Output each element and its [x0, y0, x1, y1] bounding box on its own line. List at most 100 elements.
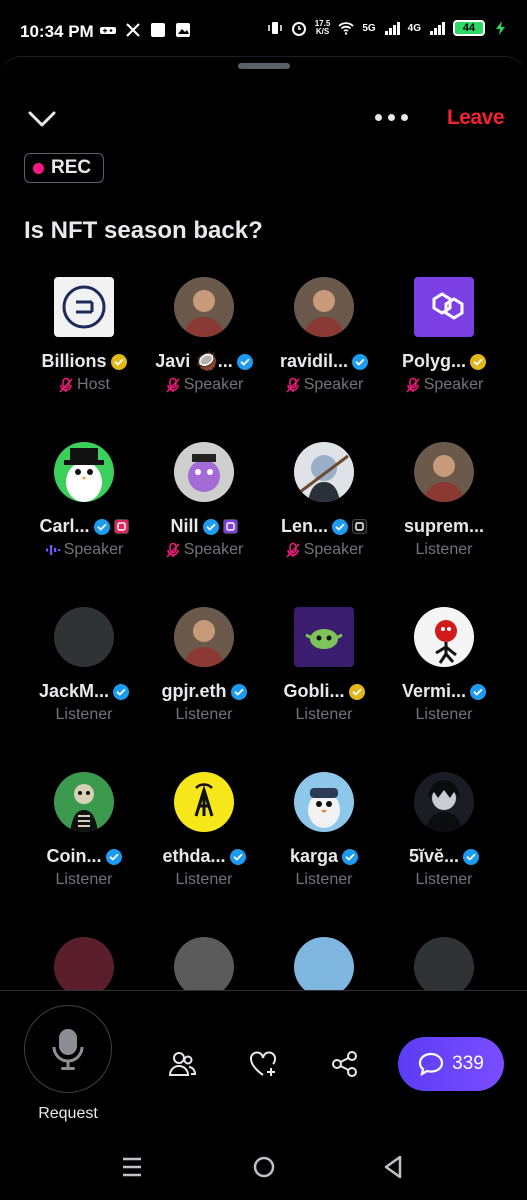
participant-name: 5ĭvĕ... — [408, 846, 460, 866]
participant-role: Speaker — [303, 541, 364, 558]
participant-card[interactable]: 5ĭvĕ... Listener — [384, 772, 504, 897]
participant-name: Carl... — [39, 516, 90, 536]
participant-role: Speaker — [183, 541, 244, 558]
participant-card[interactable]: Gobli... Listener — [264, 607, 384, 732]
participant-role: Speaker — [63, 541, 124, 558]
verified-badge-icon — [110, 353, 127, 370]
participant-card[interactable]: ethda... Listener — [144, 772, 264, 897]
signal-5g-label: 5G — [362, 22, 376, 34]
participant-card[interactable]: Coin... Listener — [24, 772, 144, 897]
participant-name: Javi 🥥... — [155, 351, 233, 371]
avatar[interactable] — [294, 937, 354, 997]
home-icon[interactable] — [250, 1153, 278, 1181]
participant-role: Listener — [175, 706, 233, 723]
space-title: Is NFT season back? — [24, 217, 263, 244]
avatar[interactable] — [414, 277, 474, 337]
avatar[interactable] — [174, 277, 234, 337]
avatar[interactable] — [294, 772, 354, 832]
recent-apps-icon[interactable] — [118, 1153, 146, 1181]
affiliate-badge-icon — [222, 519, 238, 534]
avatar[interactable] — [294, 607, 354, 667]
sheet-grabber[interactable] — [238, 63, 290, 69]
speaking-icon — [45, 542, 61, 558]
share-icon[interactable] — [330, 1049, 360, 1079]
avatar[interactable] — [54, 937, 114, 997]
participant-name: gpjr.eth — [161, 681, 227, 701]
verified-badge-icon — [229, 848, 246, 865]
participant-card[interactable]: ravidil... Speaker — [264, 277, 384, 402]
affiliate-badge-icon — [352, 519, 367, 534]
participant-name-row: karga — [264, 846, 384, 867]
participant-name: Nill — [170, 516, 199, 536]
dot-icon — [375, 113, 382, 121]
alarm-icon — [291, 22, 306, 36]
avatar[interactable] — [174, 442, 234, 502]
participant-role: Listener — [415, 871, 473, 888]
verified-badge-icon — [93, 518, 110, 535]
participant-role-row: Speaker — [144, 376, 264, 394]
participant-card[interactable]: Nill Speaker — [144, 442, 264, 567]
participant-name-row: Gobli... — [264, 681, 384, 702]
comments-button[interactable]: 339 — [398, 1037, 504, 1091]
net-speed-unit: K/S — [315, 27, 330, 36]
participant-role: Host — [77, 376, 110, 393]
participant-card[interactable]: Vermi... Listener — [384, 607, 504, 732]
bottom-bar: Request 339 — [0, 990, 527, 1200]
avatar[interactable] — [414, 607, 474, 667]
rec-label: REC — [51, 157, 92, 178]
avatar[interactable] — [414, 772, 474, 832]
participant-name: ravidil... — [279, 351, 349, 371]
participant-role: Listener — [415, 706, 473, 723]
verified-badge-icon — [352, 353, 369, 370]
participant-role-row: Speaker — [24, 541, 144, 559]
participant-role-row: Listener — [144, 871, 264, 889]
avatar[interactable] — [54, 442, 114, 502]
avatar[interactable] — [54, 277, 114, 337]
participant-card[interactable]: Polyg... Speaker — [384, 277, 504, 402]
participant-role-row: Listener — [264, 871, 384, 889]
avatar[interactable] — [174, 937, 234, 997]
recording-badge: REC — [24, 153, 104, 183]
avatar[interactable] — [54, 772, 114, 832]
signal-icon — [384, 22, 400, 35]
heart-plus-icon[interactable] — [248, 1049, 278, 1079]
participant-name: JackM... — [38, 681, 110, 701]
people-icon[interactable] — [167, 1049, 197, 1079]
participant-name: Gobli... — [283, 681, 345, 701]
participant-card[interactable]: JackM... Listener — [24, 607, 144, 732]
avatar[interactable] — [294, 277, 354, 337]
system-nav-bar — [0, 1139, 527, 1200]
participant-card[interactable]: Carl... Speaker — [24, 442, 144, 567]
back-icon[interactable] — [380, 1153, 408, 1181]
chevron-down-icon[interactable] — [26, 105, 58, 133]
participant-card[interactable]: karga Listener — [264, 772, 384, 897]
avatar[interactable] — [54, 607, 114, 667]
participant-name: suprem... — [403, 516, 485, 536]
avatar[interactable] — [414, 442, 474, 502]
participant-card[interactable]: gpjr.eth Listener — [144, 607, 264, 732]
verified-badge-icon — [332, 518, 348, 535]
participant-name-row: Len... — [264, 516, 384, 537]
participant-card[interactable]: suprem... Listener — [384, 442, 504, 567]
dot-icon — [401, 113, 408, 121]
participant-card[interactable]: Len... Speaker — [264, 442, 384, 567]
participant-card[interactable]: Javi 🥥... Speaker — [144, 277, 264, 402]
participant-name-row: gpjr.eth — [144, 681, 264, 702]
verified-badge-icon — [202, 518, 219, 535]
participant-name-row: Polyg... — [384, 351, 504, 372]
affiliate-badge-icon — [113, 519, 129, 534]
avatar[interactable] — [294, 442, 354, 502]
battery-indicator: 44 — [453, 20, 485, 36]
request-mic-button[interactable] — [24, 1005, 112, 1093]
request-label: Request — [38, 1105, 98, 1122]
avatar[interactable] — [174, 607, 234, 667]
participant-name-row: Javi 🥥... — [144, 351, 264, 372]
avatar[interactable] — [174, 772, 234, 832]
leave-button[interactable]: Leave — [447, 106, 505, 130]
participant-name-row: Nill — [144, 516, 264, 537]
avatar[interactable] — [414, 937, 474, 997]
participant-card[interactable]: Billions Host — [24, 277, 144, 402]
mic-off-icon — [165, 377, 181, 393]
more-options-button[interactable] — [375, 109, 411, 125]
participant-name: Vermi... — [401, 681, 467, 701]
